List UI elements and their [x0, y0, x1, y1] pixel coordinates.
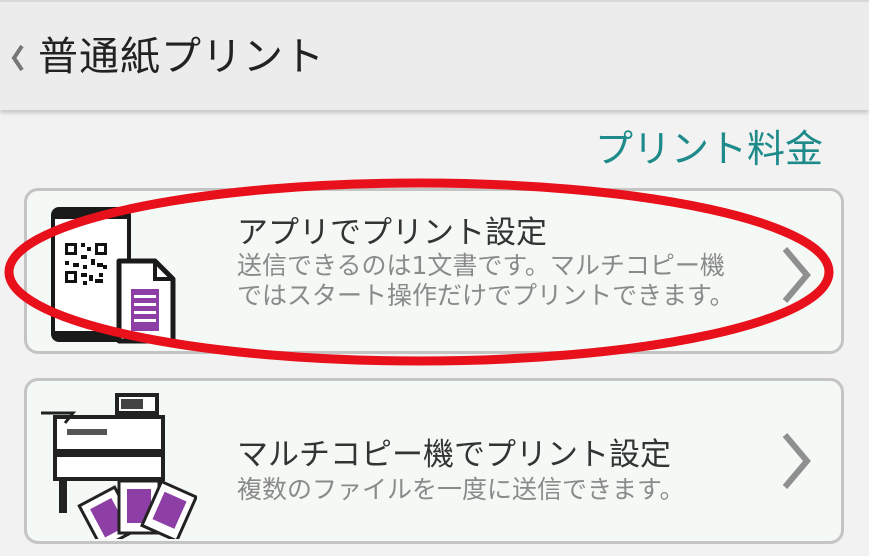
qr-phone-document-icon	[51, 207, 176, 344]
chevron-right-icon	[782, 433, 811, 489]
print-price-link[interactable]: プリント料金	[595, 124, 823, 174]
card-description: 送信できるのは1文書です。マルチコピー機ではスタート操作だけでプリントできます。	[237, 251, 735, 310]
page-title: 普通紙プリント	[38, 34, 325, 80]
app-header: 普通紙プリント	[0, 0, 869, 110]
app-print-settings-card[interactable]: アプリでプリント設定 送信できるのは1文書です。マルチコピー機ではスタート操作だ…	[24, 188, 844, 354]
copier-documents-icon	[41, 393, 197, 539]
card-title: アプリでプリント設定	[237, 215, 547, 251]
chevron-right-icon	[782, 247, 811, 303]
chevron-left-icon[interactable]	[6, 38, 28, 78]
copier-print-settings-card[interactable]: マルチコピー機でプリント設定 複数のファイルを一度に送信できます。	[24, 378, 844, 544]
card-description: 複数のファイルを一度に送信できます。	[237, 475, 685, 504]
card-title: マルチコピー機でプリント設定	[237, 437, 671, 473]
